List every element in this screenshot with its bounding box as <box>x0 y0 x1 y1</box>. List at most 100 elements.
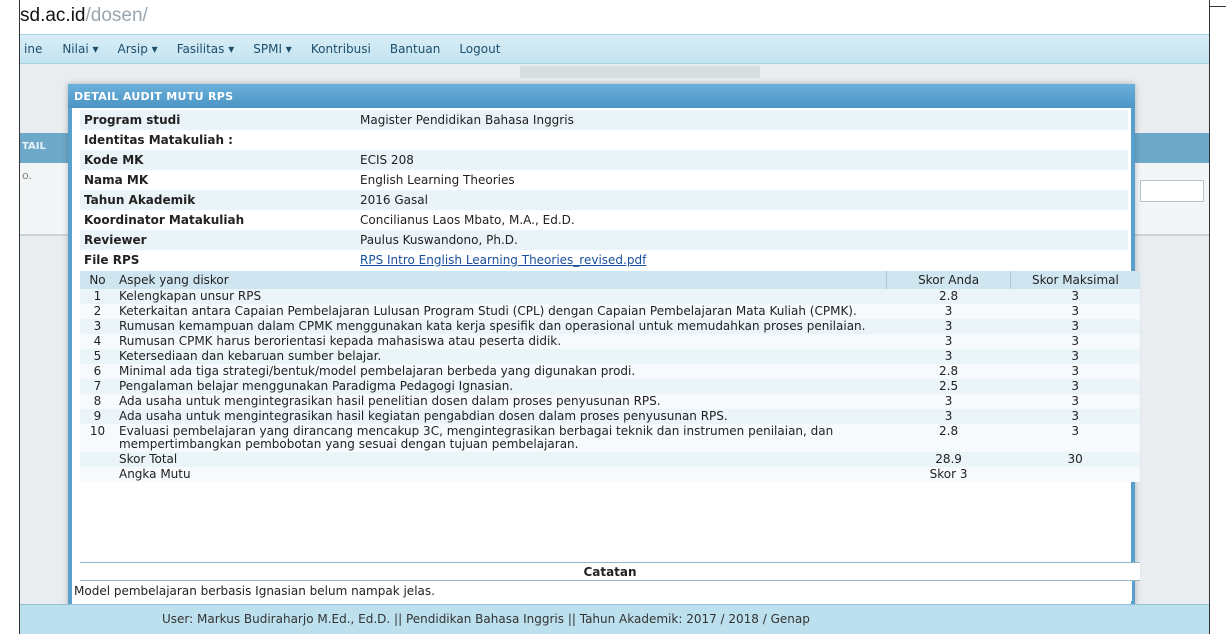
row-skor: 3 <box>944 394 953 408</box>
row-aspek: Rumusan kemampuan dalam CPMK menggunakan… <box>118 319 866 333</box>
background-panel-header-right <box>1135 133 1209 163</box>
table-row: 7 Pengalaman belajar menggunakan Paradigm… <box>80 379 1140 394</box>
info-row-tahun-akademik: Tahun Akademik 2016 Gasal <box>80 190 1128 210</box>
row-maks: 3 <box>1071 379 1079 393</box>
nav-item-logout[interactable]: Logout <box>459 42 500 56</box>
audit-detail-dialog: DETAIL AUDIT MUTU RPS Program studi Magis… <box>68 84 1140 624</box>
main-nav: ine Nilai ▾ Arsip ▾ Fasilitas ▾ SPMI ▾ K… <box>20 34 1209 64</box>
background-input[interactable] <box>1140 180 1204 202</box>
row-no: 6 <box>93 364 102 378</box>
info-label: Koordinator Matakuliah <box>84 213 245 227</box>
background-panel-label: TAIL <box>22 141 46 152</box>
course-info-table: Program studi Magister Pendidikan Bahasa … <box>80 110 1128 270</box>
table-row: 2 Keterkaitan antara Capaian Pembelajaran… <box>80 304 1140 319</box>
row-maks: 3 <box>1071 334 1079 348</box>
table-row: 9 Ada usaha untuk mengintegrasikan hasil … <box>80 409 1140 424</box>
row-aspek: Ada usaha untuk mengintegrasikan hasil p… <box>118 394 661 408</box>
info-value: RPS Intro English Learning Theories_revi… <box>356 250 1128 270</box>
info-label: Kode MK <box>84 153 144 167</box>
url-host: sd.ac.id <box>20 5 86 26</box>
background-heading <box>520 66 760 78</box>
row-skor: 3 <box>944 334 953 348</box>
row-no: 8 <box>93 394 102 408</box>
mutu-skor: Skor 3 <box>929 467 968 481</box>
background-panel-row-left: o. <box>20 163 68 191</box>
row-no: 4 <box>93 334 102 348</box>
row-aspek: Rumusan CPMK harus berorientasi kepada m… <box>118 334 562 348</box>
info-value: ECIS 208 <box>360 153 414 167</box>
row-skor: 3 <box>944 349 953 363</box>
row-no: 2 <box>93 304 102 318</box>
row-no: 7 <box>93 379 102 393</box>
address-bar[interactable]: sd.ac.id/dosen/ <box>20 0 1209 30</box>
row-skor: 3 <box>944 304 953 318</box>
table-row: 4 Rumusan CPMK harus berorientasi kepada … <box>80 334 1140 349</box>
nav-item-spmi[interactable]: SPMI ▾ <box>253 42 292 56</box>
mutu-spacer <box>80 467 115 482</box>
row-maks: 3 <box>1071 304 1079 318</box>
info-row-kode-mk: Kode MK ECIS 208 <box>80 150 1128 170</box>
status-footer: User: Markus Budiraharjo M.Ed., Ed.D. ||… <box>20 604 1209 634</box>
info-label: Program studi <box>84 113 181 127</box>
url-path: /dosen/ <box>85 5 148 26</box>
dialog-title: DETAIL AUDIT MUTU RPS <box>68 84 1135 108</box>
row-aspek: Ketersediaan dan kebaruan sumber belajar… <box>118 349 382 363</box>
table-row: 1 Kelengkapan unsur RPS 2.8 3 <box>80 289 1140 304</box>
row-skor: 2.8 <box>939 424 959 438</box>
total-spacer <box>80 452 115 467</box>
catatan-text: Model pembelajaran berbasis Ignasian bel… <box>72 581 1132 601</box>
background-panel-row-left-2 <box>20 191 68 236</box>
row-skor: 2.5 <box>939 379 959 393</box>
info-row-file-rps: File RPS RPS Intro English Learning Theor… <box>80 250 1128 270</box>
mutu-label: Angka Mutu <box>118 467 191 481</box>
row-aspek: Minimal ada tiga strategi/bentuk/model p… <box>118 364 636 378</box>
frame-border-tick <box>1209 6 1226 7</box>
table-row: 6 Minimal ada tiga strategi/bentuk/model … <box>80 364 1140 379</box>
row-aspek: Evaluasi pembelajaran yang dirancang men… <box>118 424 834 451</box>
nav-item-fasilitas[interactable]: Fasilitas ▾ <box>177 42 235 56</box>
nav-item-arsip[interactable]: Arsip ▾ <box>118 42 158 56</box>
info-label: Nama MK <box>84 173 149 187</box>
row-maks: 3 <box>1071 289 1079 303</box>
table-row: 3 Rumusan kemampuan dalam CPMK menggunaka… <box>80 319 1140 334</box>
info-label: Identitas Matakuliah : <box>84 133 233 147</box>
total-maks: 30 <box>1067 452 1083 466</box>
row-maks: 3 <box>1071 409 1079 423</box>
info-row-program-studi: Program studi Magister Pendidikan Bahasa … <box>80 110 1128 130</box>
table-row: 5 Ketersediaan dan kebaruan sumber belaja… <box>80 349 1140 364</box>
total-skor: 28.9 <box>935 452 962 466</box>
row-aspek: Pengalaman belajar menggunakan Paradigma… <box>118 379 514 393</box>
info-row-koordinator: Koordinator Matakuliah Concilianus Laos M… <box>80 210 1128 230</box>
info-label: Reviewer <box>84 233 147 247</box>
row-maks: 3 <box>1071 424 1079 438</box>
info-value: Paulus Kuswandono, Ph.D. <box>360 233 518 247</box>
row-no: 3 <box>93 319 102 333</box>
row-aspek: Ada usaha untuk mengintegrasikan hasil k… <box>118 409 728 423</box>
info-value: 2016 Gasal <box>360 193 428 207</box>
nav-item-online[interactable]: ine <box>24 42 42 56</box>
catatan-header: Catatan <box>80 562 1140 581</box>
background-panel-header-left: TAIL <box>20 133 68 163</box>
table-row: 8 Ada usaha untuk mengintegrasikan hasil … <box>80 394 1140 409</box>
info-value: Magister Pendidikan Bahasa Inggris <box>360 113 574 127</box>
info-row-reviewer: Reviewer Paulus Kuswandono, Ph.D. <box>80 230 1128 250</box>
info-row-identitas: Identitas Matakuliah : <box>80 130 1128 150</box>
row-no: 1 <box>93 289 102 303</box>
footer-user-info: User: Markus Budiraharjo M.Ed., Ed.D. ||… <box>162 612 810 626</box>
nav-item-nilai[interactable]: Nilai ▾ <box>62 42 98 56</box>
row-no: 10 <box>89 424 106 438</box>
info-label: File RPS <box>84 253 140 267</box>
total-label: Skor Total <box>118 452 178 466</box>
row-skor: 3 <box>944 409 953 423</box>
rps-file-link[interactable]: RPS Intro English Learning Theories_revi… <box>360 253 646 267</box>
nav-item-bantuan[interactable]: Bantuan <box>390 42 440 56</box>
col-header-no: No <box>80 271 115 289</box>
frame-border-right <box>1209 0 1210 634</box>
row-skor: 3 <box>944 319 953 333</box>
row-no: 9 <box>93 409 102 423</box>
col-header-maks: Skor Maksimal <box>1009 271 1140 289</box>
total-row: Skor Total 28.9 30 <box>80 452 1140 467</box>
row-skor: 2.8 <box>939 289 959 303</box>
nav-item-kontribusi[interactable]: Kontribusi <box>311 42 371 56</box>
info-value: English Learning Theories <box>360 173 515 187</box>
